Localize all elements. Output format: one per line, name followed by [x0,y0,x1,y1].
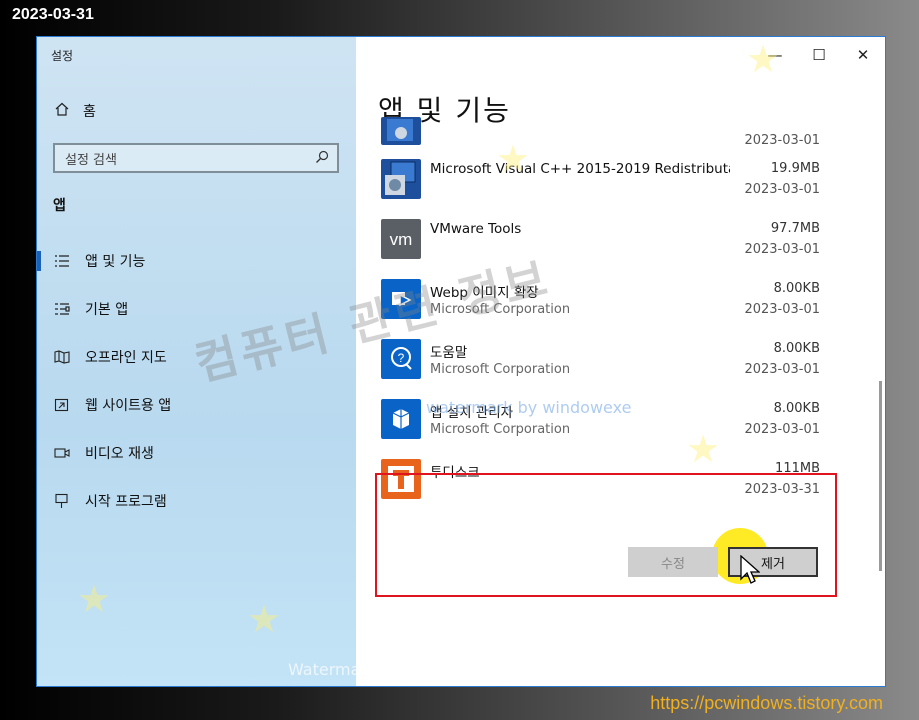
sidebar-item-label: 오프라인 지도 [85,350,167,366]
settings-window: 설정 홈 설정 검색 앱 앱 및 기능 기본 앱 오프라인 지도 웹 사이트용 … [36,36,886,687]
sidebar-item-video-playback[interactable]: 비디오 재생 [37,429,356,477]
selection-highlight [375,473,837,597]
sidebar-nav: 앱 및 기능 기본 앱 오프라인 지도 웹 사이트용 앱 비디오 재생 시작 프… [37,237,356,525]
bottom-watermark: Watermarked by WindowexeWatermark [288,660,606,679]
site-url: https://pcwindows.tistory.com [650,693,883,713]
star-watermark: ★ [496,137,531,181]
app-date: 2023-03-01 [744,302,820,317]
app-size: 8.00KB [773,341,820,356]
svg-text:?: ? [398,351,405,365]
date-stamp: 2023-03-31 [12,6,94,23]
home-label: 홈 [83,104,96,120]
blue-watermark: watermark by windowexe [426,398,632,417]
app-size: 19.9MB [770,161,820,176]
mouse-pointer-icon [740,554,761,589]
star-watermark: ★ [247,597,282,641]
search-icon [315,149,329,168]
app-size: 8.00KB [773,401,820,416]
sidebar-item-label: 비디오 재생 [85,446,154,462]
star-watermark: ★ [686,427,721,471]
star-watermark: ★ [77,577,112,621]
app-list-item[interactable]: Microsoft Visual C++ 2015-2019 Redistrib… [378,153,844,213]
app-installer-icon [381,399,421,439]
main-content: — ☐ ✕ 앱 및 기능 2023-03-01 Microsoft Visual… [356,37,885,686]
app-date: 2023-03-01 [744,362,820,377]
window-title: 설정 [51,49,74,63]
modify-button[interactable]: 수정 [628,547,718,577]
video-icon [53,445,71,461]
installer-icon [381,159,421,199]
map-icon [53,349,71,365]
sidebar-item-web-apps[interactable]: 웹 사이트용 앱 [37,381,356,429]
app-name: VMware Tools [430,221,522,237]
app-date: 2023-03-01 [744,133,820,148]
search-placeholder: 설정 검색 [65,152,117,168]
sidebar-item-label: 기본 앱 [85,302,129,318]
maximize-button[interactable]: ☐ [809,45,829,65]
list-icon [53,253,71,269]
sidebar-item-startup[interactable]: 시작 프로그램 [37,477,356,525]
section-label-apps: 앱 [53,198,66,214]
app-date: 2023-03-01 [744,182,820,197]
sidebar-item-label: 시작 프로그램 [85,494,167,510]
app-name: Microsoft Visual C++ 2015-2019 Redistrib… [430,161,730,177]
startup-icon [53,493,71,509]
app-date: 2023-03-01 [744,242,820,257]
app-name: 도움말 [430,345,468,361]
app-date: 2023-03-01 [744,422,820,437]
sidebar-item-label: 웹 사이트용 앱 [85,398,172,414]
scrollbar[interactable] [879,381,882,571]
installer-icon [381,117,421,145]
home-icon [55,102,69,120]
app-list-item[interactable]: ? 도움말 Microsoft Corporation 8.00KB 2023-… [378,333,844,393]
sidebar-item-apps-features[interactable]: 앱 및 기능 [37,237,356,285]
home-link[interactable]: 홈 [55,101,96,121]
app-size: 8.00KB [773,281,820,296]
web-app-icon [53,397,71,413]
vmware-icon: vm [381,219,421,259]
svg-text:vm: vm [390,230,413,249]
search-input[interactable]: 설정 검색 [53,143,339,173]
app-list-item[interactable]: 2023-03-01 [378,117,844,153]
sidebar-item-label: 앱 및 기능 [85,254,146,270]
app-size: 97.7MB [770,221,820,236]
default-apps-icon [53,301,71,317]
app-publisher: Microsoft Corporation [430,362,571,377]
app-publisher: Microsoft Corporation [430,422,571,437]
close-button[interactable]: ✕ [853,45,873,65]
star-watermark: ★ [746,37,781,81]
